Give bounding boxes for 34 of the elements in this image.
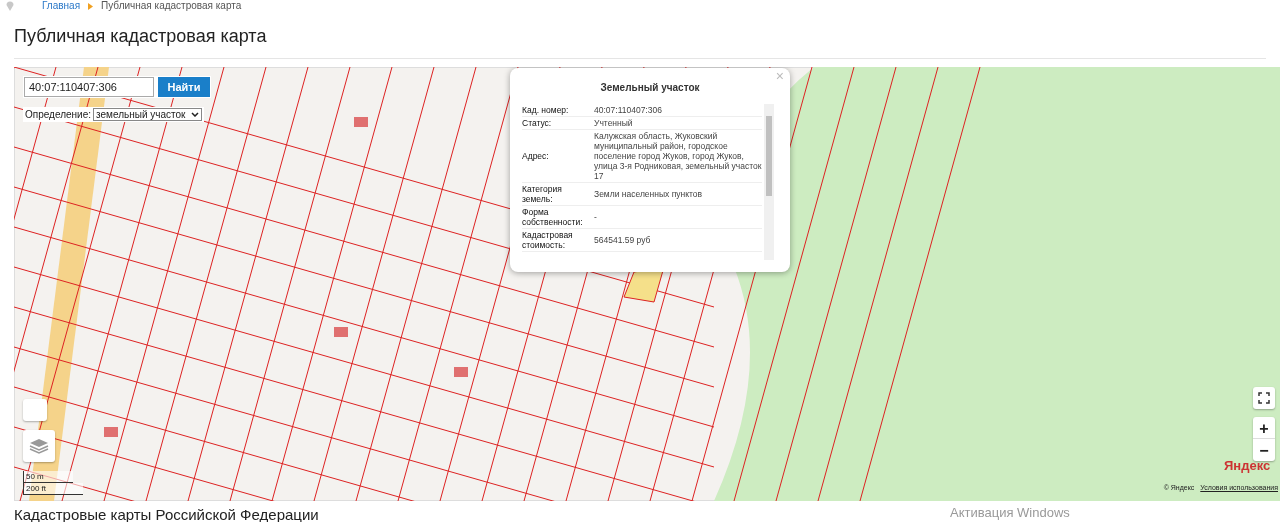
chevron-down-icon	[191, 112, 200, 117]
field-label: Адрес:	[522, 150, 550, 163]
scrollbar[interactable]	[764, 104, 774, 260]
breadcrumb-current: Публичная кадастровая карта	[101, 0, 242, 12]
field-label: Кад. номер:	[522, 105, 570, 115]
layers-button[interactable]	[23, 430, 55, 462]
fullscreen-icon	[1258, 392, 1270, 404]
map-logo: Яндекс	[1224, 459, 1271, 473]
field-label: Категория земель:	[522, 184, 563, 204]
search-field[interactable]: 40:07:110407:306	[24, 77, 154, 97]
fullscreen-button[interactable]	[1253, 387, 1275, 409]
field-value: -	[594, 211, 598, 224]
location-pin-icon	[6, 1, 14, 11]
page-title: Публичная кадастровая карта	[14, 25, 268, 48]
activation-notice: Активация Windows	[950, 505, 1070, 520]
field-label: Статус:	[522, 118, 553, 128]
field-value: Учтенный	[594, 118, 634, 128]
scale-label: 50 m	[23, 471, 73, 483]
field-label: Форма собственности:	[522, 207, 584, 227]
zoom-out-button[interactable]: −	[1253, 439, 1275, 461]
definition-label: Определение:	[25, 108, 91, 122]
field-value: Земли населенных пунктов	[594, 188, 704, 201]
field-label: Кадастровая стоимость:	[522, 230, 574, 250]
separator-icon	[88, 2, 94, 10]
layers-icon	[29, 437, 49, 455]
zoom-in-button[interactable]: +	[1253, 417, 1275, 439]
definition-dropdown[interactable]: земельный участок	[93, 108, 203, 121]
breadcrumb-link[interactable]: Главная	[42, 0, 81, 12]
scale-label: 200 ft	[23, 483, 83, 495]
field-value: 40:07:110407:306	[594, 105, 663, 115]
popup-title: Земельный участок	[599, 81, 701, 95]
field-value: Калужская область, Жуковский муниципальный район, городское поселение город Жуков, город Жуков, улица 3-я Родниковая, земельный участок 17	[594, 131, 762, 181]
search-button[interactable]: Найти	[158, 77, 210, 97]
field-value: 564541.59 руб	[594, 234, 652, 247]
